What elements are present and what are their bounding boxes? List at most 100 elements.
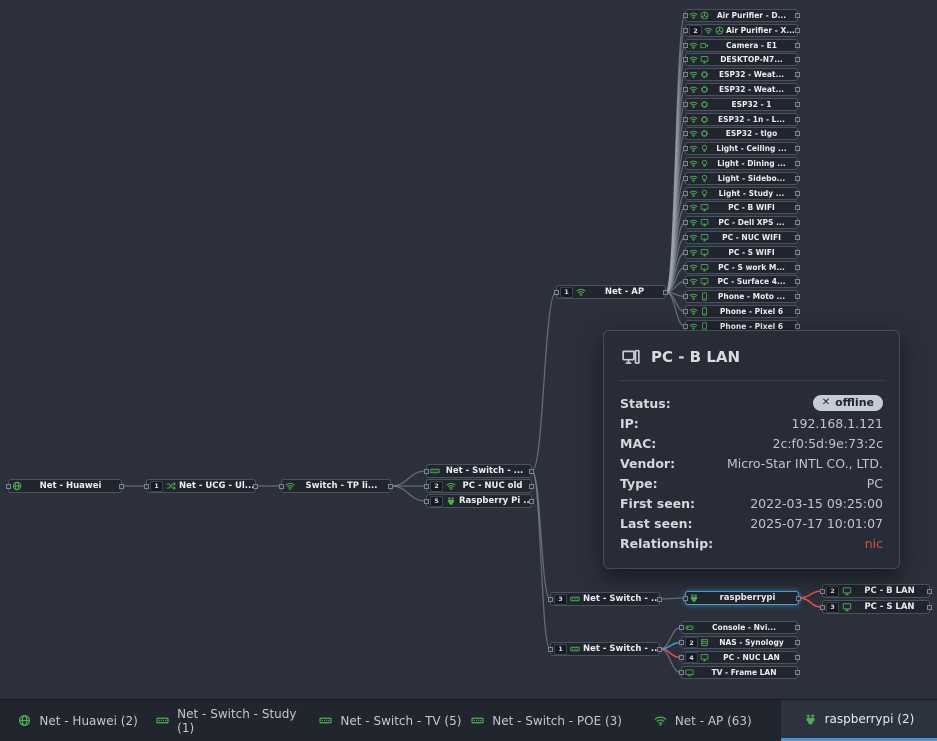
node-badge: 2 — [689, 25, 702, 36]
raspberry-icon — [446, 496, 456, 506]
tab-net-switch-poe-3[interactable]: Net - Switch - POE (3) — [469, 700, 625, 741]
wifi-icon — [689, 233, 698, 242]
node-raspberrypi[interactable]: raspberrypi — [685, 591, 799, 605]
node-badge: 1 — [554, 644, 567, 655]
node-light-sidebo[interactable]: Light - Sidebo... — [685, 172, 798, 185]
monitor-icon — [842, 602, 852, 612]
node-pc-b-wifi[interactable]: PC - B WIFI — [685, 201, 798, 214]
tab-raspberrypi-2[interactable]: raspberrypi (2) — [781, 700, 937, 741]
tab-net-ap-63[interactable]: Net - AP (63) — [625, 700, 781, 741]
wifi-icon — [689, 85, 698, 94]
node-badge: 1 — [150, 481, 163, 492]
chip-icon — [700, 100, 709, 109]
node-ap-d[interactable]: Air Purifier - D... — [685, 9, 798, 22]
node-pc-nuc-wifi[interactable]: PC - NUC WIFI — [685, 231, 798, 244]
node-pc-s-work[interactable]: PC - S work M... — [685, 261, 798, 274]
node-badge: 2 — [826, 586, 839, 597]
node-esp32-weat1[interactable]: ESP32 - Weat... — [685, 68, 798, 81]
tab-label: Net - Switch - TV (5) — [340, 714, 461, 728]
edge-sw_tv-raspberrypi — [660, 598, 685, 599]
wifi-icon — [689, 277, 698, 286]
node-label: Light - Dining ... — [711, 159, 792, 168]
node-ucg[interactable]: 1Net - UCG - Ul... — [146, 479, 256, 493]
node-label: PC - Surface 4... — [711, 277, 792, 286]
node-pc-s-wifi[interactable]: PC - S WIFI — [685, 246, 798, 259]
node-light-dining[interactable]: Light - Dining ... — [685, 157, 798, 170]
node-sw-study[interactable]: Net - Switch - ... — [426, 464, 532, 478]
network-map-canvas[interactable]: Net - Huawei 1Net - UCG - Ul... Switch - T… — [0, 0, 937, 700]
node-phone-moto[interactable]: Phone - Moto ... — [685, 290, 798, 303]
node-nas[interactable]: 2NAS - Synology — [681, 636, 798, 649]
monitor-icon — [700, 248, 709, 257]
x-icon: ✕ — [822, 397, 830, 408]
node-pc-surface[interactable]: PC - Surface 4... — [685, 275, 798, 288]
switch-icon — [156, 714, 169, 727]
popup-rows: Status:✕offlineIP:192.168.1.121MAC:2c:f0… — [620, 381, 883, 553]
node-label: PC - B WIFI — [711, 203, 792, 212]
node-sw-poe[interactable]: 1 Net - Switch - ... — [550, 642, 660, 656]
camera-icon — [700, 41, 709, 50]
node-label: Phone - Pixel 6 — [711, 307, 792, 316]
popup-row-value: 2022-03-15 09:25:00 — [750, 496, 883, 511]
node-tvframe[interactable]: TV - Frame LAN — [681, 666, 798, 679]
tab-net-switch-tv-5[interactable]: Net - Switch - TV (5) — [312, 700, 468, 741]
node-sw-tv[interactable]: 3Net - Switch - ... — [550, 592, 660, 606]
chip-icon — [700, 115, 709, 124]
node-label: ESP32 - 1 — [711, 100, 792, 109]
node-label: ESP32 - tlgo — [711, 129, 792, 138]
node-ap-x[interactable]: 2 Air Purifier - X... — [685, 24, 798, 37]
node-light-study[interactable]: Light - Study ... — [685, 187, 798, 200]
node-label: raspberrypi — [702, 593, 793, 603]
node-badge: 1 — [560, 287, 573, 298]
shuffle-icon — [166, 481, 176, 491]
gamepad-icon — [685, 623, 694, 632]
bulb-icon — [700, 144, 709, 153]
node-rpi-old[interactable]: 5Raspberry Pi ... — [426, 494, 532, 508]
node-netap[interactable]: 1Net - AP — [556, 285, 666, 299]
node-light-ceiling[interactable]: Light - Ceiling ... — [685, 142, 798, 155]
popup-row: Vendor: Micro-Star INTL CO., LTD. — [620, 453, 883, 473]
wifi-icon — [689, 292, 698, 301]
node-badge: 5 — [430, 496, 443, 507]
node-nuclan[interactable]: 4PC - NUC LAN — [681, 651, 798, 664]
switch-icon — [570, 644, 580, 654]
node-esp32-1[interactable]: ESP32 - 1 — [685, 98, 798, 111]
node-label: Air Purifier - X... — [726, 26, 795, 35]
node-phone-pixel6a[interactable]: Phone - Pixel 6 — [685, 305, 798, 318]
tab-net-switch-study-1[interactable]: Net - Switch - Study (1) — [156, 700, 312, 741]
wifi-icon — [689, 159, 698, 168]
popup-row-label: Vendor: — [620, 456, 675, 471]
edge-tpswitch-rpi_old — [391, 486, 426, 501]
node-pc-s-lan[interactable]: 3PC - S LAN — [822, 600, 930, 614]
nas-icon — [700, 638, 709, 647]
node-nuc-old[interactable]: 2PC - NUC old — [426, 479, 532, 493]
popup-row-value: Micro-Star INTL CO., LTD. — [727, 456, 883, 471]
node-esp32-weat2[interactable]: ESP32 - Weat... — [685, 83, 798, 96]
node-esp32-1n[interactable]: ESP32 - 1n - L... — [685, 113, 798, 126]
popup-row-label: Status: — [620, 396, 671, 411]
node-tpswitch[interactable]: Switch - TP li... — [281, 479, 391, 493]
node-label: Light - Study ... — [711, 189, 792, 198]
monitor-icon — [700, 653, 709, 662]
tab-net-huawei-2[interactable]: Net - Huawei (2) — [0, 700, 156, 741]
wifi-icon — [689, 11, 698, 20]
node-pc-b-lan[interactable]: 2PC - B LAN — [822, 584, 930, 598]
node-esp32-tlgo[interactable]: ESP32 - tlgo — [685, 127, 798, 140]
node-console[interactable]: Console - Nvi... — [681, 621, 798, 634]
node-badge: 3 — [554, 594, 567, 605]
node-label: Air Purifier - D... — [711, 11, 792, 20]
popup-row-value: 192.168.1.121 — [792, 416, 883, 431]
node-label: PC - Dell XPS ... — [711, 218, 792, 227]
wifi-icon — [689, 55, 698, 64]
node-label: Camera - E1 — [711, 41, 792, 50]
switch-icon — [430, 466, 440, 476]
monitor-icon — [700, 233, 709, 242]
globe-icon — [12, 481, 22, 491]
node-camera-e1[interactable]: Camera - E1 — [685, 39, 798, 52]
node-label: Net - Switch - ... — [583, 644, 661, 654]
node-desktop[interactable]: DESKTOP-N7... — [685, 53, 798, 66]
node-huawei[interactable]: Net - Huawei — [8, 479, 122, 493]
phone-icon — [700, 292, 709, 301]
node-pc-dell[interactable]: PC - Dell XPS ... — [685, 216, 798, 229]
popup-row: MAC:2c:f0:5d:9e:73:2c — [620, 433, 883, 453]
